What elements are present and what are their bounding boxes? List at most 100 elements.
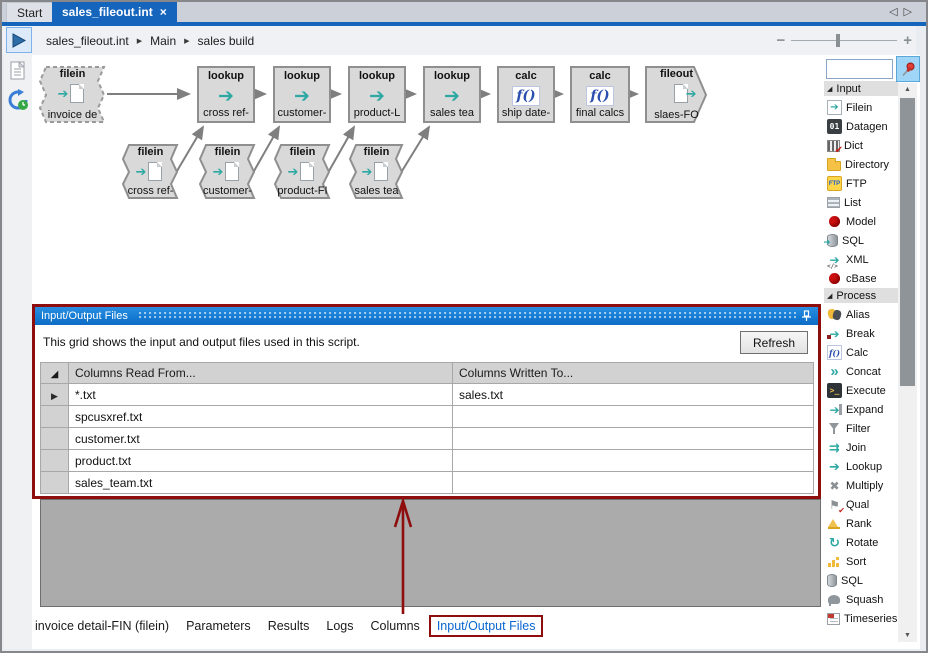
palette-item-filein[interactable]: Filein	[824, 98, 898, 117]
palette-item-dict[interactable]: Dict	[824, 136, 898, 155]
palette-item-lookup[interactable]: Lookup	[824, 457, 898, 476]
breadcrumb-item[interactable]: Main	[150, 34, 176, 48]
bottom-tab-columns[interactable]: Columns	[370, 619, 419, 633]
palette-item-sql[interactable]: SQL	[824, 571, 898, 590]
palette-item-multiply[interactable]: Multiply	[824, 476, 898, 495]
palette-section-header-process[interactable]: ◢Process	[824, 288, 898, 303]
tab-scroll-left-icon[interactable]: ◁	[889, 6, 903, 18]
breadcrumb-item[interactable]: sales build	[198, 34, 255, 48]
break-icon	[827, 326, 842, 341]
palette-item-directory[interactable]: Directory	[824, 155, 898, 174]
palette-item-expand[interactable]: Expand	[824, 400, 898, 419]
palette-pin-button[interactable]	[896, 56, 920, 82]
scrollbar-thumb[interactable]	[900, 98, 915, 386]
scroll-down-icon[interactable]: ▼	[898, 629, 917, 642]
tab-sales-fileout[interactable]: sales_fileout.int×	[52, 2, 177, 22]
bottom-tab-logs[interactable]: Logs	[326, 619, 353, 633]
palette-item-sort[interactable]: Sort	[824, 552, 898, 571]
select-all-corner-cell[interactable]: ◢	[41, 363, 69, 384]
palette-item-concat[interactable]: Concat	[824, 362, 898, 381]
palette-item-alias[interactable]: Alias	[824, 305, 898, 324]
refresh-button[interactable]: Refresh	[740, 331, 808, 354]
palette-item-sql[interactable]: SQL	[824, 231, 898, 250]
script-log-icon[interactable]	[7, 58, 29, 82]
node-filein-product-fi[interactable]: filein➔product-FI	[274, 144, 331, 199]
zoom-slider-handle[interactable]	[836, 34, 840, 47]
tab-scroll-right-icon[interactable]: ▷	[904, 6, 918, 18]
palette-item-ftp[interactable]: FTP	[824, 174, 898, 193]
node-lookup-customer-[interactable]: lookup➔customer-	[273, 66, 331, 123]
node-filein-invoice-de[interactable]: filein➔invoice de	[39, 66, 106, 123]
palette-item-label: Datagen	[846, 121, 888, 133]
palette-item-execute[interactable]: Execute	[824, 381, 898, 400]
column-header[interactable]: Columns Written To...	[453, 363, 814, 384]
palette-item-cbase[interactable]: cBase	[824, 269, 898, 288]
xml-icon	[827, 252, 842, 267]
zoom-slider[interactable]: − +	[776, 26, 912, 55]
column-header[interactable]: Columns Read From...	[69, 363, 453, 384]
palette-item-timeseries[interactable]: Timeseries	[824, 609, 898, 628]
zoom-in-icon[interactable]: +	[903, 32, 912, 49]
node-filein-cross-ref-[interactable]: filein➔cross ref-	[122, 144, 179, 199]
palette-item-list[interactable]: List	[824, 193, 898, 212]
palette-search-input[interactable]	[826, 59, 893, 79]
table-row[interactable]: product.txt	[41, 450, 814, 472]
lookup-arrow-icon: ➔	[218, 87, 234, 106]
sort-icon	[827, 554, 842, 569]
palette-item-rank[interactable]: Rank	[824, 514, 898, 533]
row-header-cell[interactable]	[41, 428, 69, 450]
palette-section-header-input[interactable]: ◢Input	[824, 81, 898, 96]
close-icon[interactable]: ×	[160, 5, 167, 19]
run-button[interactable]	[6, 27, 32, 53]
row-header-cell[interactable]	[41, 450, 69, 472]
palette-item-datagen[interactable]: Datagen	[824, 117, 898, 136]
palette-item-squash[interactable]: Squash	[824, 590, 898, 609]
palette-item-xml[interactable]: XML	[824, 250, 898, 269]
node-lookup-sales-tea[interactable]: lookup➔sales tea	[423, 66, 481, 123]
refresh-history-icon[interactable]	[7, 88, 29, 112]
palette-item-filter[interactable]: Filter	[824, 419, 898, 438]
zoom-out-icon[interactable]: −	[776, 32, 785, 49]
node-filein-sales-tea[interactable]: filein➔sales tea	[349, 144, 404, 199]
table-row[interactable]: spcusxref.txt	[41, 406, 814, 428]
bottom-tab-parameters[interactable]: Parameters	[186, 619, 251, 633]
node-filein-customer-[interactable]: filein➔customer-	[199, 144, 256, 199]
palette-item-join[interactable]: Join	[824, 438, 898, 457]
bottom-tab-invoice-detail-fin-filein-[interactable]: invoice detail-FIN (filein)	[35, 619, 169, 633]
bottom-tab-input-output-files[interactable]: Input/Output Files	[429, 615, 544, 637]
node-calc-final-calcs[interactable]: calcf()final calcs	[570, 66, 630, 123]
row-header-cell[interactable]	[41, 406, 69, 428]
node-calc-ship-date-[interactable]: calcf()ship date-	[497, 66, 555, 123]
bottom-tab-results[interactable]: Results	[268, 619, 310, 633]
filein-doc-icon: ➔	[291, 162, 315, 182]
node-lookup-cross-ref-[interactable]: lookup➔cross ref-	[197, 66, 255, 123]
node-lookup-product-l[interactable]: lookup➔product-L	[348, 66, 406, 123]
cell-written-to	[453, 406, 814, 428]
folded-corner	[157, 162, 162, 167]
row-header-cell[interactable]: ▶	[41, 384, 69, 406]
tab-start[interactable]: Start	[6, 2, 53, 22]
table-row[interactable]: sales_team.txt	[41, 472, 814, 494]
table-row[interactable]: ▶*.txtsales.txt	[41, 384, 814, 406]
breadcrumb-item[interactable]: sales_fileout.int	[46, 34, 129, 48]
ftp-icon	[827, 176, 842, 191]
execute-icon	[827, 383, 842, 398]
palette-item-calc[interactable]: Calc	[824, 343, 898, 362]
palette-item-model[interactable]: Model	[824, 212, 898, 231]
flow-canvas[interactable]: filein➔invoice de lookup➔cross ref-lookup…	[32, 55, 824, 304]
palette-item-qual[interactable]: Qual	[824, 495, 898, 514]
palette-item-break[interactable]: Break	[824, 324, 898, 343]
table-row[interactable]: customer.txt	[41, 428, 814, 450]
palette-scrollbar[interactable]: ▲ ▼	[898, 83, 917, 642]
io-panel-titlebar[interactable]: Input/Output Files	[35, 307, 818, 325]
panel-pin-icon[interactable]	[801, 310, 812, 325]
zoom-slider-track[interactable]	[791, 40, 897, 41]
node-type-label: lookup	[350, 70, 404, 82]
palette-item-rotate[interactable]: Rotate	[824, 533, 898, 552]
rotate-icon	[827, 535, 842, 550]
node-fileout-slaes-fo[interactable]: fileout➔slaes-FO	[645, 66, 708, 123]
scroll-up-icon[interactable]: ▲	[898, 83, 917, 96]
teal-arrow-icon: ➔	[58, 87, 69, 100]
row-header-cell[interactable]	[41, 472, 69, 494]
palette-item-label: Join	[846, 442, 866, 454]
